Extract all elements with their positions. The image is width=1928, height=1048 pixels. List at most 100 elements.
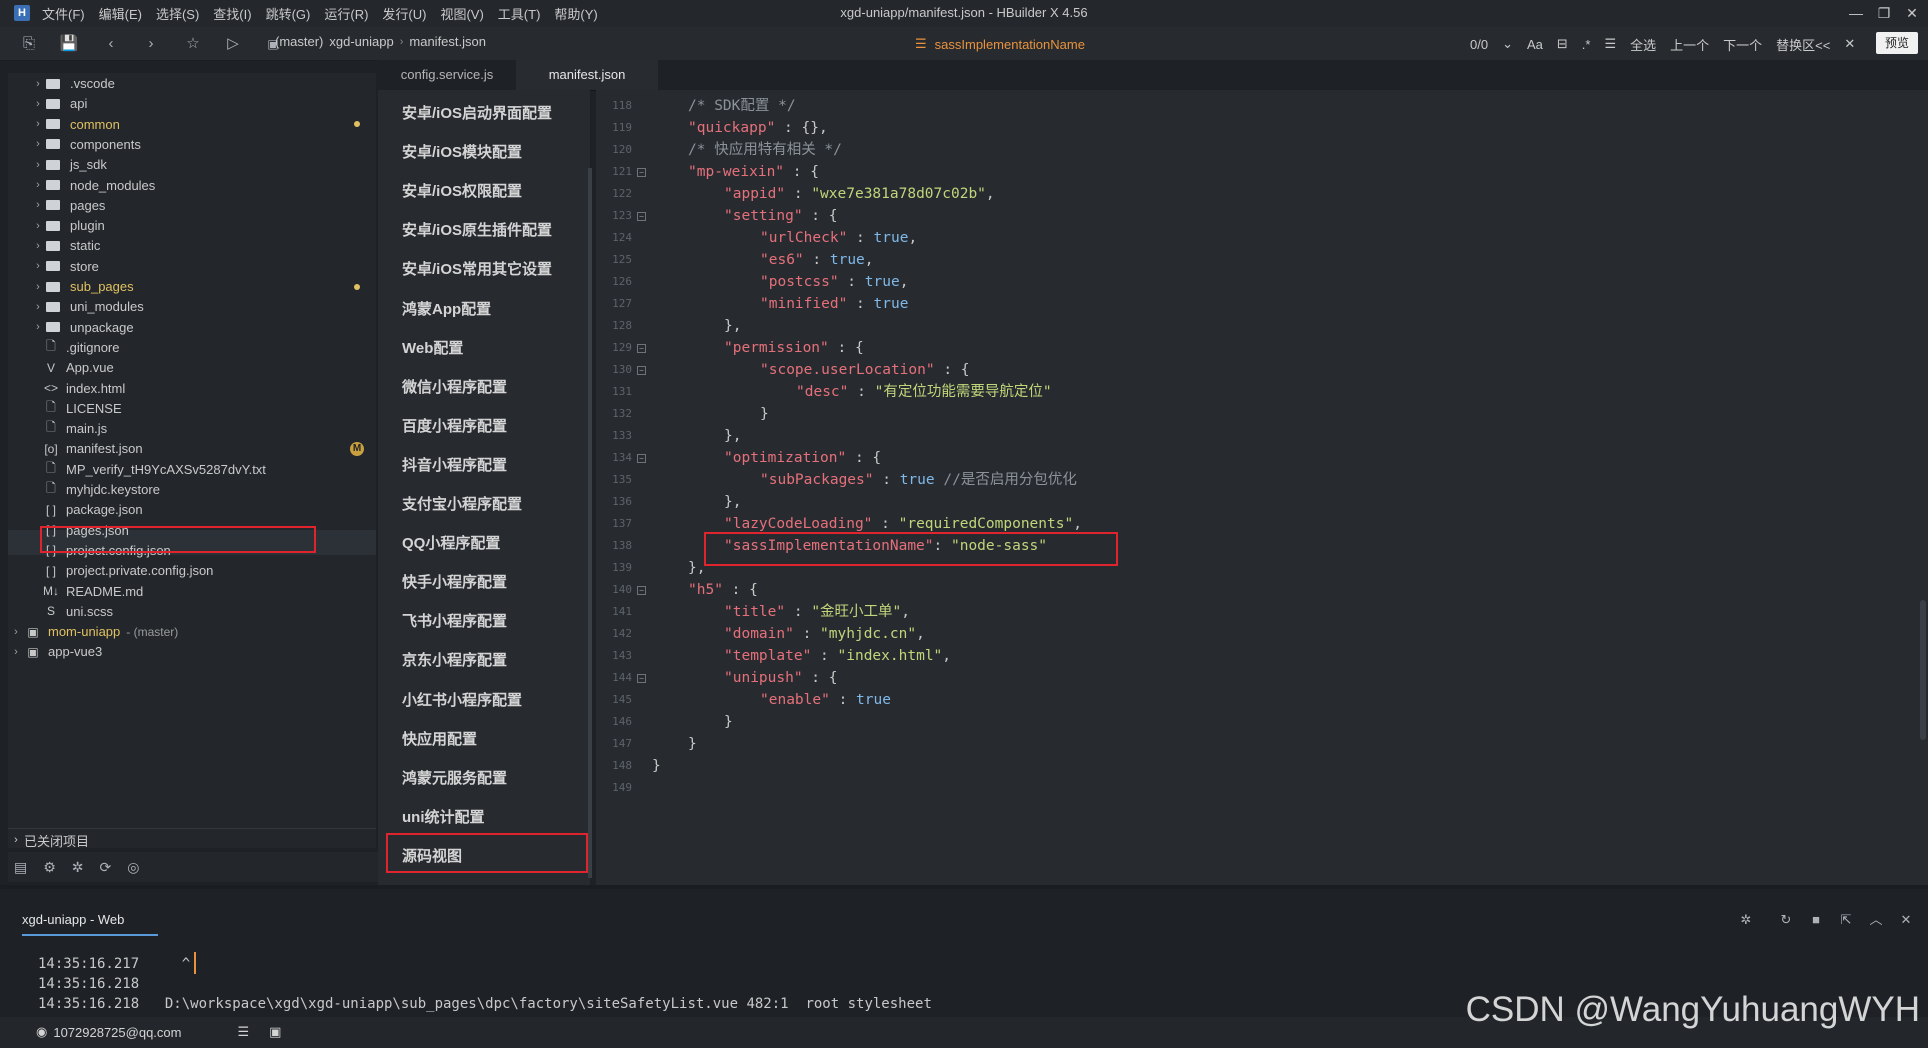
plugins-icon[interactable]: ◎ [127, 859, 139, 876]
config-menu-item[interactable]: 飞书小程序配置 [402, 612, 507, 632]
config-menu-item[interactable]: 安卓/iOS常用其它设置 [402, 260, 552, 280]
chevron-right-icon[interactable]: › [30, 281, 46, 293]
closed-projects[interactable]: › 已关闭项目 [8, 828, 376, 851]
menu-item[interactable]: 运行(R) [324, 4, 368, 23]
in-selection-icon[interactable]: ☰ [1604, 36, 1616, 52]
project-item[interactable]: › ▣ app-vue3 [8, 639, 376, 664]
restart-icon[interactable]: ↻ [1776, 910, 1796, 930]
folder-icon [46, 119, 60, 130]
bug-icon[interactable]: ✲ [1736, 910, 1756, 930]
match-case-toggle[interactable]: Aa [1527, 37, 1543, 52]
menu-item[interactable]: 查找(I) [213, 4, 251, 23]
menu-item[interactable]: 选择(S) [156, 4, 199, 23]
fold-toggle-icon[interactable]: − [637, 366, 646, 375]
status-user[interactable]: ◉ 1072928725@qq.com ☰ ▣ [36, 1024, 281, 1040]
restore-button[interactable]: ❐ [1870, 3, 1898, 23]
fold-toggle-icon[interactable]: − [637, 344, 646, 353]
line-number: 143 [612, 649, 632, 662]
replace-toggle-button[interactable]: 替换区<< [1776, 35, 1830, 54]
chevron-right-icon[interactable]: › [30, 138, 46, 150]
whole-word-icon[interactable]: ⊟ [1557, 36, 1568, 52]
tab-manifest[interactable]: manifest.json [516, 60, 658, 90]
forward-arrow-icon[interactable]: › [140, 33, 162, 55]
select-all-button[interactable]: 全选 [1630, 35, 1656, 54]
chevron-right-icon[interactable]: › [30, 240, 46, 252]
bug-icon[interactable]: ✲ [72, 859, 84, 876]
config-menu-item[interactable]: 安卓/iOS权限配置 [402, 182, 522, 202]
chevron-right-icon[interactable]: › [30, 78, 46, 90]
minimize-button[interactable]: — [1842, 3, 1870, 23]
close-find-button[interactable]: ✕ [1844, 36, 1855, 52]
menu-item[interactable]: 视图(V) [440, 4, 483, 23]
back-arrow-icon[interactable]: ‹ [100, 33, 122, 55]
editor-scrollbar[interactable] [1920, 600, 1926, 740]
regex-icon[interactable]: .* [1582, 37, 1591, 52]
menu-item[interactable]: 帮助(Y) [554, 4, 597, 23]
closed-projects-label: 已关闭项目 [24, 833, 90, 849]
menu-item[interactable]: 发行(U) [382, 4, 426, 23]
config-menu-item[interactable]: 鸿蒙App配置 [402, 300, 491, 320]
run-icon[interactable]: ▷ [222, 33, 244, 55]
save-icon[interactable]: 💾 [58, 33, 80, 55]
config-menu-item[interactable]: QQ小程序配置 [402, 534, 500, 554]
breadcrumb-branch[interactable]: (master) [275, 34, 323, 49]
chevron-right-icon[interactable]: › [30, 98, 46, 110]
config-menu-item[interactable]: 微信小程序配置 [402, 378, 507, 398]
config-menu-item[interactable]: 安卓/iOS模块配置 [402, 143, 522, 163]
fold-toggle-icon[interactable]: − [637, 674, 646, 683]
chevron-right-icon[interactable]: › [30, 260, 46, 272]
chevron-right-icon[interactable]: › [8, 646, 24, 658]
stop-icon[interactable]: ■ [1806, 910, 1826, 930]
prev-match-button[interactable]: 上一个 [1670, 35, 1709, 54]
tab-config-service[interactable]: config.service.js [378, 60, 516, 90]
breadcrumb-project[interactable]: xgd-uniapp [329, 34, 393, 49]
config-menu-item[interactable]: 京东小程序配置 [402, 651, 507, 671]
config-menu-item[interactable]: Web配置 [402, 339, 463, 359]
fold-toggle-icon[interactable]: − [637, 586, 646, 595]
config-menu-item[interactable]: 百度小程序配置 [402, 417, 507, 437]
next-match-button[interactable]: 下一个 [1723, 35, 1762, 54]
menu-item[interactable]: 文件(F) [42, 4, 85, 23]
open-external-icon[interactable]: ⇱ [1836, 910, 1856, 930]
config-menu-item[interactable]: 鸿蒙元服务配置 [402, 769, 507, 789]
fold-toggle-icon[interactable]: − [637, 454, 646, 463]
source-control-icon[interactable]: ⟳ [100, 859, 112, 876]
config-menu-item[interactable]: 抖音小程序配置 [402, 456, 507, 476]
chevron-right-icon[interactable]: › [30, 118, 46, 130]
list-icon[interactable]: ☰ [237, 1024, 249, 1040]
chevron-right-icon[interactable]: › [8, 626, 24, 638]
config-menu-item[interactable]: 安卓/iOS启动界面配置 [402, 104, 552, 124]
chevron-right-icon[interactable]: › [30, 179, 46, 191]
fold-toggle-icon[interactable]: − [637, 168, 646, 177]
menu-item[interactable]: 跳转(G) [266, 4, 311, 23]
find-input[interactable]: sassImplementationName [935, 37, 1085, 52]
maximize-panel-icon[interactable]: ︿ [1866, 910, 1886, 930]
chevron-right-icon[interactable]: › [30, 321, 46, 333]
console-tab[interactable]: xgd-uniapp - Web [22, 912, 124, 927]
close-window-button[interactable]: ✕ [1898, 3, 1926, 23]
config-menu-item[interactable]: 安卓/iOS原生插件配置 [402, 221, 552, 241]
fold-toggle-icon[interactable]: − [637, 212, 646, 221]
chevron-right-icon[interactable]: › [30, 159, 46, 171]
console-timestamp: 14:35:16.218 [38, 976, 140, 992]
config-menu-item[interactable]: 支付宝小程序配置 [402, 495, 522, 515]
config-menu-scrollbar[interactable] [588, 168, 592, 878]
preview-button[interactable]: 预览 [1876, 32, 1918, 54]
chevron-down-icon[interactable]: ⌄ [1502, 36, 1513, 52]
new-file-icon[interactable]: ⎘ [18, 33, 40, 55]
chevron-right-icon[interactable]: › [30, 220, 46, 232]
config-menu-item[interactable]: 快应用配置 [402, 730, 477, 750]
chevron-right-icon[interactable]: › [30, 199, 46, 211]
chevron-right-icon[interactable]: › [30, 301, 46, 313]
message-icon[interactable]: ▣ [269, 1024, 281, 1040]
menu-item[interactable]: 工具(T) [498, 4, 541, 23]
config-menu-item[interactable]: 快手小程序配置 [402, 573, 507, 593]
config-menu-item[interactable]: uni统计配置 [402, 808, 485, 828]
breadcrumb-file[interactable]: manifest.json [409, 34, 486, 49]
config-menu-item[interactable]: 小红书小程序配置 [402, 691, 522, 711]
debug-icon[interactable]: ⚙ [43, 859, 56, 876]
close-panel-icon[interactable]: ✕ [1896, 910, 1916, 930]
menu-item[interactable]: 编辑(E) [99, 4, 142, 23]
star-icon[interactable]: ☆ [182, 33, 204, 55]
explorer-icon[interactable]: ▤ [14, 859, 27, 876]
